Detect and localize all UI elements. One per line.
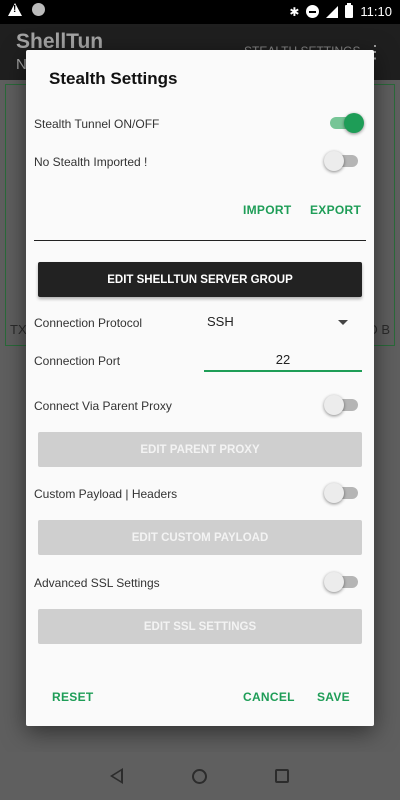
stealth-tunnel-label: Stealth Tunnel ON/OFF [34,117,160,131]
connection-protocol-select[interactable]: SSH [207,314,234,329]
bluetooth-icon: ✱ [289,4,300,19]
connection-protocol-label: Connection Protocol [34,316,143,330]
stealth-imported-label: No Stealth Imported ! [34,155,148,169]
export-button[interactable]: EXPORT [310,203,361,217]
notification-dot-icon [32,3,45,16]
battery-icon [345,3,354,18]
edit-parent-proxy-button[interactable]: EDIT PARENT PROXY [38,432,362,467]
ssl-settings-label: Advanced SSL Settings [34,576,160,590]
divider [34,240,366,241]
stealth-settings-dialog: Stealth Settings Stealth Tunnel ON/OFF N… [26,50,374,726]
stealth-tunnel-toggle[interactable] [328,113,364,133]
status-bar: ✱ 11:10 [0,0,400,24]
recent-apps-icon[interactable] [275,769,289,783]
edit-custom-payload-button[interactable]: EDIT CUSTOM PAYLOAD [38,520,362,555]
import-button[interactable]: IMPORT [243,203,291,217]
clock: 11:10 [360,4,392,19]
ssl-settings-toggle[interactable] [324,572,360,592]
custom-payload-label: Custom Payload | Headers [34,487,178,501]
warning-icon [8,3,22,16]
background-text-left: TX [10,322,27,337]
cancel-button[interactable]: CANCEL [243,690,295,704]
stealth-imported-toggle[interactable] [324,151,360,171]
parent-proxy-label: Connect Via Parent Proxy [34,399,172,413]
connection-port-label: Connection Port [34,354,121,368]
dialog-title: Stealth Settings [49,69,178,88]
parent-proxy-toggle[interactable] [324,395,360,415]
reset-button[interactable]: RESET [52,690,94,704]
custom-payload-toggle[interactable] [324,483,360,503]
edit-server-group-button[interactable]: EDIT SHELLTUN SERVER GROUP [38,262,362,297]
signal-icon [326,5,339,18]
home-icon[interactable] [192,769,207,784]
connection-port-input[interactable] [204,350,362,372]
chevron-down-icon[interactable] [338,320,348,325]
navigation-bar [0,752,400,800]
save-button[interactable]: SAVE [317,690,350,704]
edit-ssl-settings-button[interactable]: EDIT SSL SETTINGS [38,609,362,644]
do-not-disturb-icon [306,5,320,18]
back-icon[interactable] [110,768,123,784]
